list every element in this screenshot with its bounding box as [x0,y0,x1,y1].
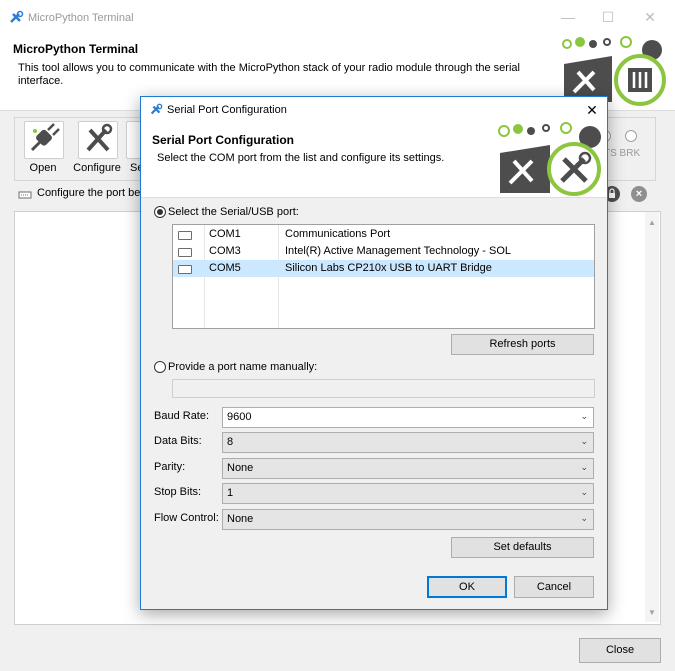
flow-control-value: None [227,513,254,525]
minimize-button[interactable]: — [553,6,583,28]
plug-icon [24,121,64,159]
open-label: Open [29,162,57,174]
clear-icon[interactable]: × [631,186,647,202]
dialog-header-title: Serial Port Configuration [152,133,295,147]
stop-bits-label: Stop Bits: [154,486,202,498]
port-list-item-selected[interactable]: COM5 Silicon Labs CP210x USB to UART Bri… [173,260,594,277]
stop-bits-value: 1 [227,487,234,499]
port-list-item[interactable]: COM3 Intel(R) Active Management Technolo… [173,243,594,260]
parity-label: Parity: [154,461,186,473]
dialog-close-icon[interactable]: ✕ [582,100,602,120]
baud-rate-value: 9600 [227,411,252,423]
flow-control-select[interactable]: None ⌄ [222,509,594,530]
chevron-down-icon: ⌄ [580,513,588,523]
serial-config-dialog: Serial Port Configuration ✕ Serial Port … [140,96,608,610]
close-button[interactable]: Close [579,638,661,663]
serial-port-radio-label[interactable]: Select the Serial/USB port: [168,206,299,218]
manual-port-radio[interactable] [154,361,166,373]
dialog-title: Serial Port Configuration [167,104,287,116]
scroll-down-icon[interactable]: ▼ [648,608,656,617]
dialog-tools-icon [150,103,163,115]
main-header-title: MicroPython Terminal [13,42,139,56]
parity-select[interactable]: None ⌄ [222,458,594,479]
configure-button[interactable]: Configure [72,119,122,177]
port-name: COM5 [209,262,241,274]
set-defaults-button[interactable]: Set defaults [451,537,594,558]
stop-bits-select[interactable]: 1 ⌄ [222,483,594,504]
port-list[interactable]: COM1 Communications Port COM3 Intel(R) A… [172,224,595,329]
chevron-down-icon: ⌄ [580,436,588,446]
port-status-text: Configure the port be [37,187,141,199]
console-scrollbar[interactable]: ▲ ▼ [645,212,659,622]
window-close-button[interactable]: ✕ [635,6,665,28]
maximize-button[interactable]: ☐ [593,6,623,28]
serial-port-radio[interactable] [154,206,166,218]
brk-indicator-icon [625,130,637,142]
port-name: COM1 [209,228,241,240]
app-tools-icon [10,10,24,23]
main-window-title: MicroPython Terminal [28,12,134,24]
baud-rate-combo[interactable]: 9600 ⌄ [222,407,594,428]
serial-port-icon [178,265,192,274]
serial-config-logo-icon [498,122,601,196]
dialog-header-description: Select the COM port from the list and co… [157,152,445,164]
serial-port-icon [18,191,32,199]
port-description: Silicon Labs CP210x USB to UART Bridge [285,262,492,274]
tools-icon [78,121,118,159]
port-description: Intel(R) Active Management Technology - … [285,245,512,257]
port-description: Communications Port [285,228,391,240]
chevron-down-icon: ⌄ [580,411,588,421]
data-bits-select[interactable]: 8 ⌄ [222,432,594,453]
data-bits-value: 8 [227,436,234,448]
chevron-down-icon: ⌄ [580,462,588,472]
serial-port-icon [178,231,192,240]
ok-button[interactable]: OK [427,576,507,598]
port-list-item[interactable]: COM1 Communications Port [173,226,594,243]
data-bits-label: Data Bits: [154,435,202,447]
manual-port-radio-label[interactable]: Provide a port name manually: [168,361,317,373]
indicator-labels: TS BRK [604,148,641,159]
chevron-down-icon: ⌄ [580,487,588,497]
open-button[interactable]: Open [18,119,68,177]
serial-port-icon [178,248,192,257]
configure-label: Configure [73,162,121,174]
cancel-button[interactable]: Cancel [514,576,594,598]
port-name: COM3 [209,245,241,257]
manual-port-input[interactable] [172,379,595,398]
flow-control-label: Flow Control: [154,512,219,524]
parity-value: None [227,462,254,474]
baud-rate-label: Baud Rate: [154,410,210,422]
refresh-ports-button[interactable]: Refresh ports [451,334,594,355]
main-header-description: This tool allows you to communicate with… [18,62,520,87]
scroll-up-icon[interactable]: ▲ [648,218,656,227]
